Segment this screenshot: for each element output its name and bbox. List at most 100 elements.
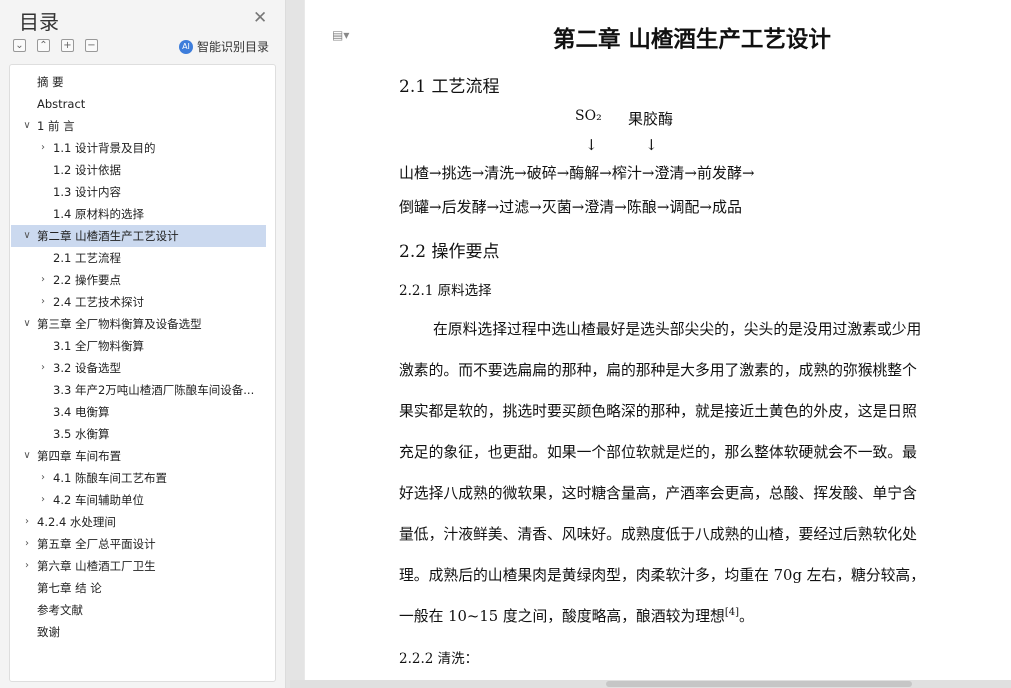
chevron-down-icon[interactable]: ∨	[21, 445, 33, 467]
flow-line-2: 倒罐→后发酵→过滤→灭菌→澄清→陈酿→调配→成品	[399, 198, 742, 216]
flow-arrow-so2: ↓	[585, 136, 598, 154]
toc-item-label: 2.4 工艺技术探讨	[53, 295, 144, 309]
chevron-down-icon[interactable]: ∨	[21, 225, 33, 247]
chevron-down-icon[interactable]: ∨	[21, 115, 33, 137]
collapse-all-icon[interactable]: ⌄	[13, 39, 26, 52]
toc-item[interactable]: › 第五章 全厂总平面设计	[11, 533, 266, 555]
paragraph-line: 果实都是软的，挑选时要买颜色略深的那种，就是接近土黄色的外皮，这是日照	[399, 400, 917, 421]
remove-item-icon[interactable]: −	[85, 39, 98, 52]
toc-item[interactable]: ∨ 第二章 山楂酒生产工艺设计	[11, 225, 266, 247]
toc-item[interactable]: 3.4 电衡算	[11, 401, 266, 423]
flow-pectinase: 果胶酶	[628, 110, 674, 128]
toc-item[interactable]: ∨ 第三章 全厂物料衡算及设备选型	[11, 313, 266, 335]
toc-item[interactable]: 3.5 水衡算	[11, 423, 266, 445]
paragraph-line: 充足的象征，也更甜。如果一个部位软就是烂的，那么整体软硬就会不一致。最	[399, 441, 917, 462]
section-2-1-heading: 2.1 工艺流程	[399, 77, 500, 97]
chevron-right-icon[interactable]: ›	[37, 489, 49, 511]
document-icon[interactable]: ▤▾	[332, 27, 349, 43]
toc-item[interactable]: › 第六章 山楂酒工厂卫生	[11, 555, 266, 577]
chevron-right-icon[interactable]: ›	[21, 555, 33, 577]
toc-item-label: 第二章 山楂酒生产工艺设计	[37, 229, 179, 243]
toc-item[interactable]: 3.3 年产2万吨山楂酒厂陈酿车间设备...	[11, 379, 266, 401]
toc-item-label: 致谢	[37, 625, 60, 639]
toc-item-label: 1.2 设计依据	[53, 163, 121, 177]
paragraph-text: 量低，汁液鲜美、清香、风味好。成熟度低于八成熟的山楂，要经过后熟软化处	[399, 526, 917, 543]
chevron-right-icon[interactable]: ›	[37, 467, 49, 489]
sidebar-title: 目录	[19, 10, 59, 34]
chevron-down-icon[interactable]: ∨	[21, 313, 33, 335]
flow-so2: SO₂	[575, 108, 602, 124]
toc-item[interactable]: Abstract	[11, 93, 266, 115]
toc-item-label: 4.2.4 水处理间	[37, 515, 116, 529]
toc-item-label: 第三章 全厂物料衡算及设备选型	[37, 317, 202, 331]
chevron-right-icon[interactable]: ›	[37, 137, 49, 159]
toc-item[interactable]: › 4.2.4 水处理间	[11, 511, 266, 533]
toc-item[interactable]: › 3.2 设备选型	[11, 357, 266, 379]
toc-item[interactable]: › 4.2 车间辅助单位	[11, 489, 266, 511]
panel-divider[interactable]	[286, 0, 304, 688]
toc-list: 摘 要 Abstract ∨ 1 前 言 › 1.1 设计背景及目的 1.2 设计依据 1.3…	[9, 64, 276, 682]
paragraph-line: 一般在 10~15 度之间，酸度略高，酿酒较为理想[4]。	[399, 605, 754, 626]
chevron-right-icon[interactable]: ›	[21, 533, 33, 555]
chevron-right-icon[interactable]: ›	[37, 357, 49, 379]
citation[interactable]: [4]	[725, 607, 739, 618]
toc-item[interactable]: ∨ 1 前 言	[11, 115, 266, 137]
paragraph-line: 好选择八成熟的微软果，这时糖含量高，产酒率会更高，总酸、挥发酸、单宁含	[399, 482, 917, 503]
flow-line-1: 山楂→挑选→清洗→破碎→酶解→榨汁→澄清→前发酵→	[399, 164, 755, 182]
toc-item[interactable]: › 1.1 设计背景及目的	[11, 137, 266, 159]
toc-item[interactable]: › 4.1 陈酿车间工艺布置	[11, 467, 266, 489]
toc-item-label: 2.2 操作要点	[53, 273, 121, 287]
toc-item[interactable]: 1.3 设计内容	[11, 181, 266, 203]
toc-item[interactable]: 2.1 工艺流程	[11, 247, 266, 269]
subsection-2-2-2-heading: 2.2.2 清洗：	[399, 651, 479, 667]
paragraph-text: 果实都是软的，挑选时要买颜色略深的那种，就是接近土黄色的外皮，这是日照	[399, 403, 917, 420]
horizontal-scrollbar[interactable]	[290, 680, 1011, 688]
toc-item-label: 参考文献	[37, 603, 83, 617]
chevron-right-icon[interactable]: ›	[21, 511, 33, 533]
toc-item[interactable]: 摘 要	[11, 71, 266, 93]
paragraph-end: 。	[738, 608, 754, 625]
toc-item-label: 3.1 全厂物料衡算	[53, 339, 144, 353]
smart-toc-button[interactable]: AI 智能识别目录	[179, 38, 269, 55]
paragraph-text: 充足的象征，也更甜。如果一个部位软就是烂的，那么整体软硬就会不一致。最	[399, 444, 917, 461]
paragraph-line: 理。成熟后的山楂果肉是黄绿肉型，肉柔软汁多，均重在 70g 左右，糖分较高，	[399, 564, 925, 585]
toc-item-label: 1.1 设计背景及目的	[53, 141, 156, 155]
close-icon[interactable]: ✕	[253, 8, 267, 28]
flow-arrow-pectinase: ↓	[645, 136, 658, 154]
toc-item[interactable]: › 2.2 操作要点	[11, 269, 266, 291]
toc-item-label: 摘 要	[37, 75, 64, 89]
toc-item[interactable]: 致谢	[11, 621, 266, 643]
toc-item-label: 第四章 车间布置	[37, 449, 122, 463]
toc-item-label: 2.1 工艺流程	[53, 251, 121, 265]
paragraph-line: 量低，汁液鲜美、清香、风味好。成熟度低于八成熟的山楂，要经过后熟软化处	[399, 523, 917, 544]
add-item-icon[interactable]: +	[61, 39, 74, 52]
paragraph-line: 在原料选择过程中选山楂最好是选头部尖尖的，尖头的是没用过激素或少用	[433, 318, 921, 339]
toc-item[interactable]: › 2.4 工艺技术探讨	[11, 291, 266, 313]
document-page: ▤▾ 第二章 山楂酒生产工艺设计 2.1 工艺流程 SO₂ 果胶酶 ↓ ↓ 山楂…	[305, 0, 1011, 688]
toc-item-label: 3.3 年产2万吨山楂酒厂陈酿车间设备...	[53, 383, 255, 397]
section-2-2-heading: 2.2 操作要点	[399, 242, 500, 262]
chevron-right-icon[interactable]: ›	[37, 269, 49, 291]
toc-item-label: 3.2 设备选型	[53, 361, 121, 375]
chevron-right-icon[interactable]: ›	[37, 291, 49, 313]
toc-item-label: 1.3 设计内容	[53, 185, 121, 199]
toc-item[interactable]: 参考文献	[11, 599, 266, 621]
scrollbar-thumb[interactable]	[606, 681, 912, 687]
toc-item-label: 第五章 全厂总平面设计	[37, 537, 156, 551]
toc-item[interactable]: 3.1 全厂物料衡算	[11, 335, 266, 357]
subsection-2-2-1-heading: 2.2.1 原料选择	[399, 283, 492, 299]
paragraph-text: 好选择八成熟的微软果，这时糖含量高，产酒率会更高，总酸、挥发酸、单宁含	[399, 485, 917, 502]
toc-item-label: 4.2 车间辅助单位	[53, 493, 144, 507]
toc-item[interactable]: 1.2 设计依据	[11, 159, 266, 181]
expand-up-icon[interactable]: ⌃	[37, 39, 50, 52]
toc-item-label: 1 前 言	[37, 119, 75, 133]
toc-item[interactable]: ∨ 第四章 车间布置	[11, 445, 266, 467]
toc-item[interactable]: 第七章 结 论	[11, 577, 266, 599]
toc-item-label: 4.1 陈酿车间工艺布置	[53, 471, 167, 485]
toc-item[interactable]: 1.4 原材料的选择	[11, 203, 266, 225]
toc-item-label: Abstract	[37, 97, 86, 111]
ai-icon: AI	[179, 39, 193, 54]
chapter-title: 第二章 山楂酒生产工艺设计	[553, 27, 831, 53]
smart-toc-label: 智能识别目录	[197, 40, 270, 54]
paragraph-text: 在原料选择过程中选山楂最好是选头部尖尖的，尖头的是没用过激素或少用	[433, 321, 922, 338]
